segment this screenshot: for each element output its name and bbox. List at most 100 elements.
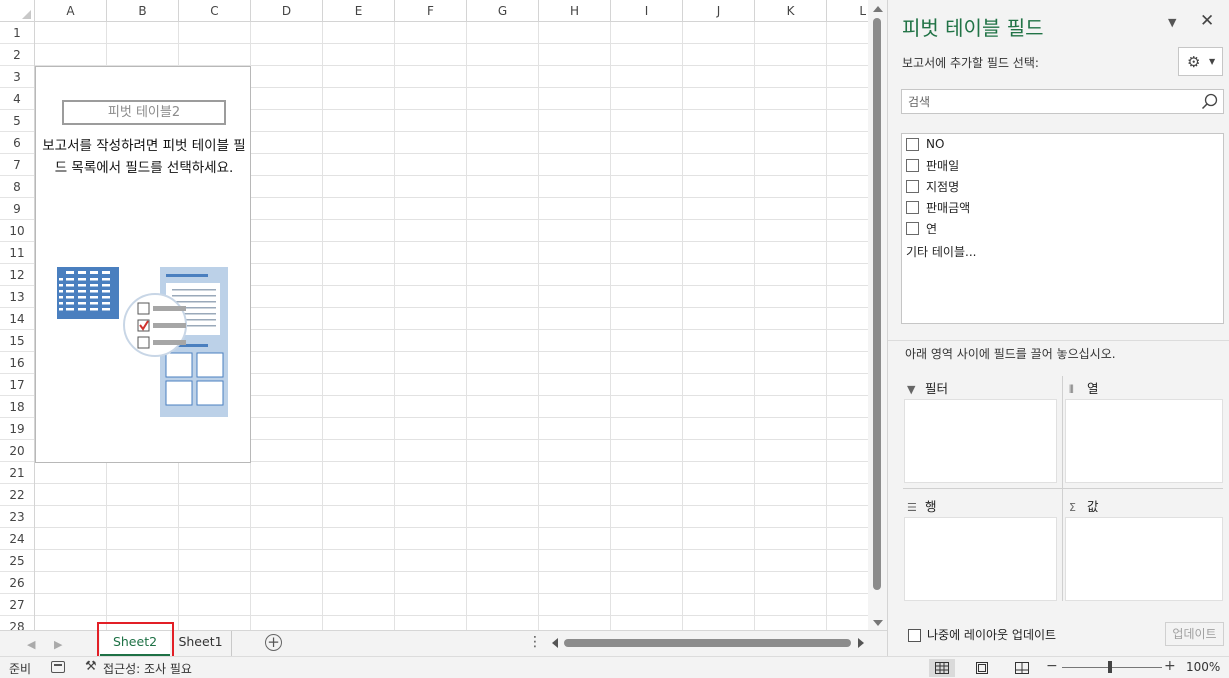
column-header[interactable]: J — [683, 0, 755, 21]
column-header[interactable]: I — [611, 0, 683, 21]
tools-button[interactable]: ⚙ ▼ — [1178, 47, 1223, 76]
horizontal-scroll-thumb[interactable] — [564, 639, 851, 647]
field-checkbox[interactable] — [906, 179, 919, 193]
row-header[interactable]: 26 — [0, 572, 34, 594]
row-header[interactable]: 4 — [0, 88, 34, 110]
field-checkbox[interactable] — [906, 200, 919, 214]
more-tables-link[interactable]: 기타 테이블... — [906, 243, 976, 260]
next-sheet-icon[interactable]: ▶ — [54, 638, 62, 651]
row-header[interactable]: 8 — [0, 176, 34, 198]
zoom-slider-thumb[interactable] — [1108, 661, 1112, 673]
column-header[interactable]: H — [539, 0, 611, 21]
column-header[interactable]: L — [827, 0, 868, 21]
search-icon[interactable] — [1201, 93, 1218, 110]
zoom-in-button[interactable]: + — [1164, 658, 1176, 674]
column-header[interactable]: B — [107, 0, 179, 21]
row-header[interactable]: 10 — [0, 220, 34, 242]
chevron-down-icon: ▼ — [1209, 57, 1216, 66]
filter-icon: ▼ — [907, 383, 916, 396]
prev-sheet-icon[interactable]: ◀ — [27, 638, 35, 651]
scroll-down-icon[interactable] — [873, 620, 883, 626]
search-input[interactable] — [902, 90, 1192, 113]
zoom-slider[interactable] — [1062, 667, 1162, 668]
row-header[interactable]: 25 — [0, 550, 34, 572]
select-all-corner[interactable] — [0, 0, 35, 22]
field-checkbox[interactable] — [906, 158, 919, 172]
row-header[interactable]: 15 — [0, 330, 34, 352]
columns-drop-area[interactable] — [1065, 399, 1223, 483]
row-header[interactable]: 27 — [0, 594, 34, 616]
row-header[interactable]: 2 — [0, 44, 34, 66]
vertical-scroll-thumb[interactable] — [873, 18, 881, 590]
column-header[interactable]: E — [323, 0, 395, 21]
zoom-level[interactable]: 100% — [1186, 660, 1220, 674]
row-header[interactable]: 24 — [0, 528, 34, 550]
column-header-bar: A B C D E F G H I J K L — [0, 0, 868, 22]
field-checkbox[interactable] — [906, 137, 919, 151]
scroll-up-icon[interactable] — [873, 6, 883, 12]
page-layout-view-button[interactable] — [969, 659, 995, 677]
row-header[interactable]: 21 — [0, 462, 34, 484]
field-item-amount[interactable]: 판매금액 — [906, 198, 970, 216]
normal-view-button[interactable] — [929, 659, 955, 677]
row-header[interactable]: 6 — [0, 132, 34, 154]
row-header[interactable]: 12 — [0, 264, 34, 286]
column-header[interactable]: F — [395, 0, 467, 21]
column-header[interactable]: K — [755, 0, 827, 21]
field-item-year[interactable]: 연 — [906, 219, 937, 237]
field-item-branch[interactable]: 지점명 — [906, 177, 959, 195]
zoom-out-button[interactable]: − — [1046, 658, 1058, 674]
row-header[interactable]: 11 — [0, 242, 34, 264]
row-header[interactable]: 17 — [0, 374, 34, 396]
field-item-sale-date[interactable]: 판매일 — [906, 156, 959, 174]
field-item-no[interactable]: NO — [906, 135, 944, 153]
plus-circle-icon[interactable]: + — [265, 634, 282, 651]
row-header[interactable]: 16 — [0, 352, 34, 374]
area-label: 열 — [1087, 381, 1099, 396]
area-label: 행 — [925, 499, 937, 514]
sheet-tab-sheet2[interactable]: Sheet2 — [100, 631, 170, 656]
update-button[interactable]: 업데이트 — [1165, 622, 1224, 646]
scroll-left-icon[interactable] — [552, 638, 558, 648]
row-header[interactable]: 5 — [0, 110, 34, 132]
column-header[interactable]: D — [251, 0, 323, 21]
macro-record-icon[interactable] — [51, 661, 65, 673]
row-header[interactable]: 18 — [0, 396, 34, 418]
row-header[interactable]: 23 — [0, 506, 34, 528]
chevron-down-icon[interactable]: ▼ — [1168, 16, 1176, 29]
row-header[interactable]: 20 — [0, 440, 34, 462]
accessibility-icon[interactable]: ⚒ — [85, 659, 97, 674]
row-header[interactable]: 9 — [0, 198, 34, 220]
defer-update-label[interactable]: 나중에 레이아웃 업데이트 — [927, 626, 1056, 643]
pivot-help-text: 보고서를 작성하려면 피벗 테이블 필드 목록에서 필드를 선택하세요. — [42, 138, 246, 176]
column-header[interactable]: G — [467, 0, 539, 21]
column-header[interactable]: C — [179, 0, 251, 21]
rows-drop-area[interactable] — [904, 517, 1057, 601]
column-header[interactable]: A — [35, 0, 107, 21]
vertical-scrollbar[interactable] — [868, 0, 887, 630]
row-header[interactable]: 3 — [0, 66, 34, 88]
field-checkbox[interactable] — [906, 221, 919, 235]
row-header[interactable]: 28 — [0, 616, 34, 630]
accessibility-status[interactable]: 접근성: 조사 필요 — [103, 660, 192, 677]
close-icon[interactable]: ✕ — [1200, 11, 1214, 31]
row-header[interactable]: 1 — [0, 22, 34, 44]
row-header[interactable]: 13 — [0, 286, 34, 308]
row-header[interactable]: 22 — [0, 484, 34, 506]
page-break-view-button[interactable] — [1009, 659, 1035, 677]
row-header[interactable]: 14 — [0, 308, 34, 330]
pane-title: 피벗 테이블 필드 — [902, 16, 1044, 40]
defer-update-checkbox[interactable] — [908, 629, 921, 642]
vertical-ellipsis-icon[interactable]: ⋮ — [528, 634, 542, 650]
values-drop-area[interactable] — [1065, 517, 1223, 601]
pivot-table-placeholder[interactable]: 피벗 테이블2 보고서를 작성하려면 피벗 테이블 필드 목록에서 필드를 선택… — [35, 66, 251, 463]
field-search[interactable] — [901, 89, 1224, 114]
area-label: 필터 — [925, 381, 949, 396]
scroll-right-icon[interactable] — [858, 638, 864, 648]
horizontal-scrollbar[interactable] — [548, 631, 868, 656]
sheet-tab-sheet1[interactable]: Sheet1 — [170, 631, 232, 656]
row-header[interactable]: 19 — [0, 418, 34, 440]
row-header[interactable]: 7 — [0, 154, 34, 176]
area-label: 값 — [1087, 499, 1099, 514]
filter-drop-area[interactable] — [904, 399, 1057, 483]
